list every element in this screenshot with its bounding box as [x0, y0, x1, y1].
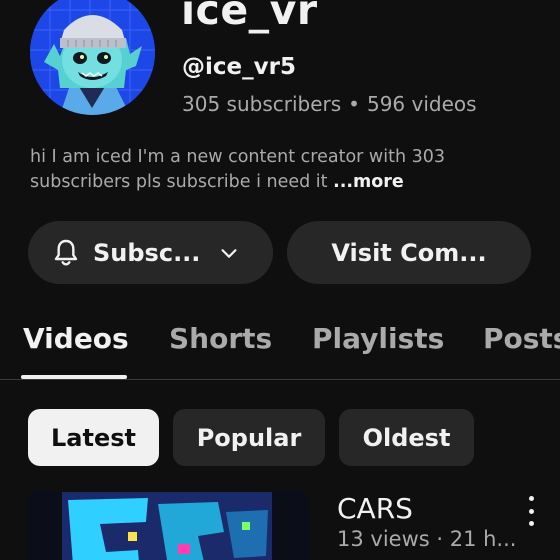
tab-posts[interactable]: Posts — [483, 322, 560, 355]
tab-shorts[interactable]: Shorts — [169, 322, 272, 355]
subscriber-count: 305 subscribers — [182, 92, 342, 116]
video-title[interactable]: CARS — [337, 492, 413, 525]
filter-oldest[interactable]: Oldest — [339, 409, 474, 466]
channel-handle: @ice_vr5 — [182, 54, 296, 80]
more-link[interactable]: ...more — [333, 172, 404, 192]
subscribe-button[interactable]: Subsc... — [28, 221, 273, 284]
channel-stats: 305 subscribers • 596 videos — [182, 92, 477, 116]
visit-community-button[interactable]: Visit Com... — [287, 221, 531, 284]
tab-playlists[interactable]: Playlists — [312, 322, 444, 355]
video-thumbnail[interactable] — [28, 492, 310, 560]
bell-icon — [54, 239, 78, 266]
channel-avatar[interactable] — [30, 0, 155, 115]
channel-description[interactable]: hi I am iced I'm a new content creator w… — [30, 145, 530, 195]
video-count: 596 videos — [366, 92, 477, 116]
more-options-icon[interactable] — [524, 496, 538, 526]
stats-separator: • — [348, 92, 360, 116]
chevron-down-icon — [221, 248, 237, 258]
subscribe-label: Subsc... — [93, 238, 201, 267]
thumbnail-image — [28, 492, 310, 560]
tab-videos[interactable]: Videos — [23, 322, 129, 355]
active-tab-indicator — [21, 375, 127, 379]
filter-popular[interactable]: Popular — [173, 409, 325, 466]
visit-label: Visit Com... — [331, 238, 487, 267]
filter-latest[interactable]: Latest — [28, 409, 159, 466]
channel-name: ice_vr — [181, 0, 318, 34]
channel-tabs: Videos Shorts Playlists Posts — [0, 318, 560, 380]
video-meta: 13 views · 21 h... — [337, 527, 517, 551]
avatar-illustration — [30, 0, 155, 115]
